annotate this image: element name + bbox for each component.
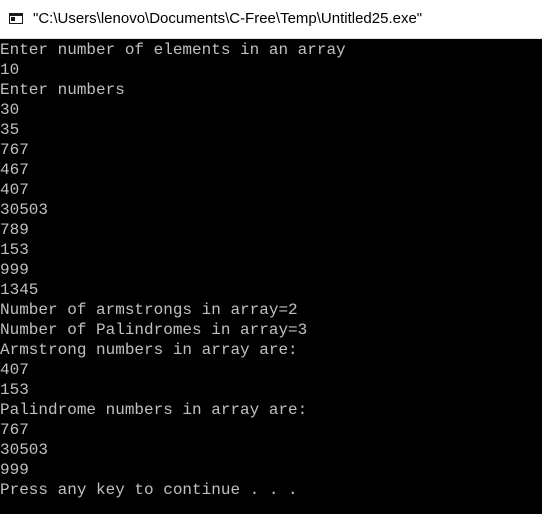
console-line: 789 — [0, 221, 29, 239]
console-line: Number of Palindromes in array=3 — [0, 321, 308, 339]
console-line: 407 — [0, 361, 29, 379]
console-line: 10 — [0, 61, 20, 79]
console-line: Number of armstrongs in array=2 — [0, 301, 298, 319]
console-line: Armstrong numbers in array are: — [0, 341, 298, 359]
console-window: "C:\Users\lenovo\Documents\C-Free\Temp\U… — [0, 0, 542, 514]
console-line: 767 — [0, 421, 29, 439]
console-line: 30 — [0, 101, 20, 119]
console-window-icon[interactable] — [9, 13, 23, 24]
window-title: "C:\Users\lenovo\Documents\C-Free\Temp\U… — [33, 10, 423, 27]
title-bar[interactable]: "C:\Users\lenovo\Documents\C-Free\Temp\U… — [0, 0, 542, 39]
console-line: Enter number of elements in an array — [0, 41, 346, 59]
console-line: 407 — [0, 181, 29, 199]
console-line: Press any key to continue . . . — [0, 481, 298, 499]
console-line: 999 — [0, 461, 29, 479]
console-line: 153 — [0, 241, 29, 259]
console-line: 1345 — [0, 281, 39, 299]
console-line: 30503 — [0, 441, 49, 459]
console-line: 30503 — [0, 201, 49, 219]
console-line: 999 — [0, 261, 29, 279]
console-line: 153 — [0, 381, 29, 399]
console-line: 35 — [0, 121, 20, 139]
console-line: 467 — [0, 161, 29, 179]
console-line: Enter numbers — [0, 81, 125, 99]
console-line: Palindrome numbers in array are: — [0, 401, 308, 419]
console-line: 767 — [0, 141, 29, 159]
console-output[interactable]: Enter number of elements in an array 10 En… — [0, 40, 542, 514]
